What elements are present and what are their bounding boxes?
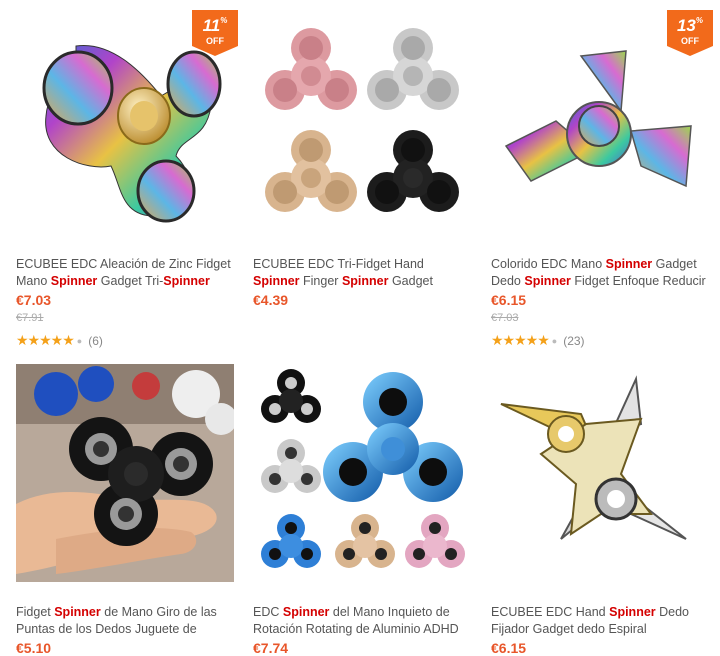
silver-spinner-icon (367, 28, 459, 110)
discount-value: 13% (676, 16, 704, 35)
gold-spinner-icon (335, 514, 395, 568)
product-price: €6.15 (491, 292, 527, 308)
product-title[interactable]: Colorido EDC Mano Spinner Gadget Dedo Sp… (491, 256, 709, 290)
rating[interactable]: ★★★★★ ● (6) (16, 332, 103, 349)
pink-spinner-icon (265, 28, 357, 110)
product-image[interactable] (16, 364, 234, 582)
pink-spinner-icon (405, 514, 465, 568)
product-image[interactable] (491, 364, 709, 582)
black-spinner-icon (261, 369, 321, 423)
dropdown-dot-icon: ● (551, 335, 558, 346)
hand-holding-spinner-photo (16, 364, 234, 582)
blue-spinner-icon (261, 514, 321, 568)
product-price: €6.15 (491, 640, 527, 656)
original-price: €7.91 (16, 312, 44, 324)
discount-value: 11% (202, 16, 228, 35)
large-blue-spinner-icon (323, 372, 463, 502)
dropdown-dot-icon: ● (76, 335, 83, 346)
product-price: €5.10 (16, 640, 52, 656)
gold-spinner-icon (265, 130, 357, 212)
discount-label: OFF (681, 36, 699, 46)
discount-badge: 11% OFF (192, 10, 238, 56)
original-price: €7.03 (491, 312, 519, 324)
rating[interactable]: ★★★★★ ● (23) (491, 332, 585, 349)
product-price: €4.39 (253, 292, 289, 308)
discount-label: OFF (206, 36, 224, 46)
four-color-fidget-spinners-image (265, 28, 459, 212)
product-image[interactable] (253, 364, 471, 582)
product-title[interactable]: ECUBEE EDC Tri-Fidget Hand Spinner Finge… (253, 256, 471, 290)
product-title[interactable]: ECUBEE EDC Hand Spinner Dedo Fijador Gad… (491, 604, 709, 638)
product-price: €7.74 (253, 640, 289, 656)
discount-badge: 13% OFF (667, 10, 713, 56)
product-image[interactable] (253, 16, 471, 234)
star-rating-icon: ★★★★★ (491, 332, 550, 348)
product-title[interactable]: Fidget Spinner de Mano Giro de las Punta… (16, 604, 234, 638)
review-count: (23) (563, 333, 585, 348)
product-price: €7.03 (16, 292, 52, 308)
star-rating-icon: ★★★★★ (16, 332, 75, 348)
review-count: (6) (88, 333, 103, 348)
multiple-metal-spinners-image (261, 369, 465, 568)
black-spinner-icon (367, 130, 459, 212)
shuriken-spinner-image (500, 375, 687, 540)
silver-spinner-icon (261, 439, 321, 493)
product-title[interactable]: EDC Spinner del Mano Inquieto de Rotació… (253, 604, 471, 638)
product-title[interactable]: ECUBEE EDC Aleación de Zinc Fidget Mano … (16, 256, 234, 290)
